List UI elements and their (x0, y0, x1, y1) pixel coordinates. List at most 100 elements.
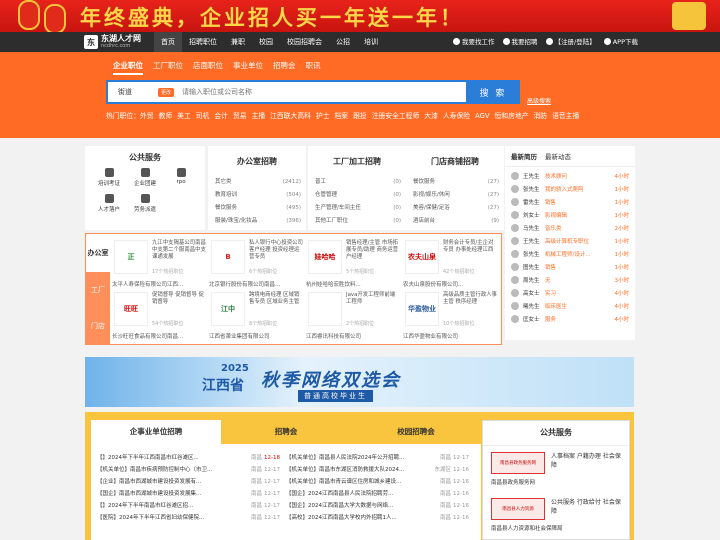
service-item[interactable]: 劳务派遣 (127, 194, 163, 220)
category-row[interactable]: 影视/娱乐/休闲 (27) (413, 189, 499, 202)
hot-job-link[interactable]: 恒和房地产 (495, 112, 529, 120)
recruit-row[interactable]: 【机关单位】南昌市东湖区消防救援大队2024... 东湖区 12-16 (286, 464, 469, 476)
recruit-row[interactable]: 【国企】2024江西南昌大学大数据与网络... 南昌 12-16 (286, 500, 469, 512)
category-row[interactable]: 服装/珠宝/化妆品 (396) (215, 215, 301, 228)
company-card[interactable]: 旺旺 促销督导 促销督导 促销督导 54个热招职位 长沙旺旺食品有限公司南昌... (112, 290, 209, 342)
nav-public[interactable]: 公招 (329, 32, 357, 52)
recruit-row[interactable]: 【国企】2024江西南昌县人民法院招聘劳... 南昌 12-16 (286, 488, 469, 500)
side-tab-store[interactable]: 门店 (86, 308, 110, 344)
resume-row[interactable]: 王先生 技术顾问 4小时 (505, 169, 635, 182)
company-card[interactable]: Java开发工程师前端工程师 2个热招职位 江西睿讯科技有限公司 (306, 290, 403, 342)
city-selector[interactable]: 街道 (108, 87, 158, 97)
recruit-row[interactable]: 【机关单位】南昌市青云谱区住房和城乡建设... 南昌 12-16 (286, 476, 469, 488)
tab-factory[interactable]: 工厂职位 (153, 60, 183, 75)
tab-job-fair[interactable]: 招聘会 (221, 420, 351, 444)
tab-enterprise[interactable]: 企业职位 (113, 60, 143, 75)
resume-row[interactable]: 张先生 机械工程师/设计... 1小时 (505, 247, 635, 260)
hot-job-link[interactable]: 主播 (252, 112, 266, 120)
side-tab-office[interactable]: 办公室 (86, 234, 110, 272)
nav-home[interactable]: 首页 (154, 32, 182, 52)
resume-row[interactable]: 王先生 高级计算机专职位 1小时 (505, 234, 635, 247)
recruit-row[interactable]: 【机关单位】南昌市疾病预防控制中心（市卫... 南昌 12-17 (97, 464, 280, 476)
search-input[interactable] (182, 88, 466, 96)
hot-job-link[interactable]: 会计 (214, 112, 228, 120)
recruit-row[interactable]: 【高校】2024江西南昌大学校内外招聘1人... 南昌 12-16 (286, 512, 469, 524)
company-card[interactable]: 正九江中支隔基公司南昌中支第二个服南昌中支课通发展 17个热招职位 太平人寿保险有限… (112, 238, 209, 290)
hot-job-link[interactable]: 美工 (177, 112, 191, 120)
service-item[interactable]: 培训考证 (91, 168, 127, 194)
hot-job-link[interactable]: 档案 (335, 112, 349, 120)
category-row[interactable]: 教育培训 (504) (215, 189, 301, 202)
hot-job-link[interactable]: 贸易 (233, 112, 247, 120)
recruit-row[interactable]: 【医院】2024年下半年江西省妇幼保健院... 南昌 12-17 (97, 512, 280, 524)
nav-jobs[interactable]: 招聘职位 (182, 32, 224, 52)
category-row[interactable]: 美容/保健/足浴 (27) (413, 202, 499, 215)
category-row[interactable]: 酒店前台 (9) (413, 215, 499, 228)
category-row[interactable]: 其他工厂职位 (0) (315, 215, 401, 228)
recruit-row[interactable]: 【】2024年下半年南昌市红谷滩区招... 南昌 12-17 (97, 500, 280, 512)
company-card[interactable]: 华盈物业 高级品质主管行政人事主管 秩序经理 10个热招职位 江西华盈物业有限公司 (403, 290, 500, 342)
hot-job-link[interactable]: AGV (475, 112, 489, 120)
find-job-link[interactable]: 我要找工作 (453, 32, 495, 52)
hot-job-link[interactable]: 消防 (534, 112, 548, 120)
company-card[interactable]: 娃哈哈 销售经理/主管 市场拓展专员/助理 商务运营户经理 5个热招职位 杭州娃哈哈宏… (306, 238, 403, 290)
hot-job-link[interactable]: 大漆 (424, 112, 438, 120)
company-card[interactable]: B 私人银行中心投资公司客户经理 投资经理运营专员 6个热招职位 北京银行股份有限公司… (209, 238, 306, 290)
tab-latest-news[interactable]: 最新动态 (545, 151, 571, 161)
resume-row[interactable]: 马先生 音乐类 2小时 (505, 221, 635, 234)
category-row[interactable]: 仓管管理 (0) (315, 189, 401, 202)
public-service-item[interactable]: 南昌县人力资源 公共服务 行政给付 社会保障 南昌县人力资源和社会保障局 (483, 492, 629, 538)
tab-news[interactable]: 职讯 (306, 60, 321, 75)
category-row[interactable]: 餐饮服务 (495) (215, 202, 301, 215)
tab-fair[interactable]: 招聘会 (273, 60, 296, 75)
hot-job-link[interactable]: 护士 (316, 112, 330, 120)
resume-row[interactable]: 匡女士 服务 4小时 (505, 312, 635, 325)
hot-job-link[interactable]: 外贸 (140, 112, 154, 120)
nav-parttime[interactable]: 兼职 (224, 32, 252, 52)
promo-banner[interactable]: 年终盛典，企业招人买一年送一年！ (0, 0, 720, 32)
resume-row[interactable]: 曦先生 临床医生 4小时 (505, 299, 635, 312)
nav-training[interactable]: 培训 (357, 32, 385, 52)
side-tab-factory[interactable]: 工厂 (86, 272, 110, 308)
company-card[interactable]: 江中 跨境电商经理 区域销售专员 区域业务主管 8个热招职位 江西省萧业集团有限公司 (209, 290, 306, 342)
tab-public-unit[interactable]: 事业单位 (233, 60, 263, 75)
category-row[interactable]: 其它类 (2412) (215, 176, 301, 189)
job-fair-banner[interactable]: 2025 江西省 秋季网络双选会 普通高校毕业生 (85, 357, 634, 407)
service-item[interactable]: 企业团建 (127, 168, 163, 194)
category-row[interactable]: 生产管理/车间主任 (0) (315, 202, 401, 215)
search-button[interactable]: 搜 索 (466, 80, 520, 104)
tab-enterprise-recruit[interactable]: 企事业单位招聘 (91, 420, 221, 444)
resume-row[interactable]: 周先生无 3小时 (505, 273, 635, 286)
hot-job-link[interactable]: 语音主播 (552, 112, 579, 120)
resume-row[interactable]: 图先生 销售 1小时 (505, 260, 635, 273)
hot-job-link[interactable]: 教师 (159, 112, 173, 120)
nav-campus[interactable]: 校园 (252, 32, 280, 52)
tab-store[interactable]: 店面职位 (193, 60, 223, 75)
hot-job-link[interactable]: 司机 (196, 112, 210, 120)
service-item[interactable]: rpo (163, 168, 199, 194)
recruit-row[interactable]: 【机关单位】南昌县人民法院2024年公开招聘... 南昌 12-17 (286, 452, 469, 464)
advanced-search-link[interactable]: 高级搜索 (527, 96, 551, 105)
login-link[interactable]: 【注册/登陆】 (545, 32, 596, 52)
public-service-item[interactable]: 南昌县政务服务网 人事档案 户籍办理 社会保障 南昌县政务服务网 (483, 446, 629, 492)
hot-job-link[interactable]: 跟投 (353, 112, 367, 120)
hire-link[interactable]: 我要招聘 (502, 32, 538, 52)
tab-campus-fair[interactable]: 校园招聘会 (351, 420, 481, 444)
resume-row[interactable]: 雷先生 销售 1小时 (505, 195, 635, 208)
tab-latest-resumes[interactable]: 最新简历 (511, 151, 537, 161)
resume-row[interactable]: 高女士 实习 4小时 (505, 286, 635, 299)
recruit-row[interactable]: 【国企】南昌市西湖城市建设投资发展集... 南昌 12-17 (97, 488, 280, 500)
category-row[interactable]: 普工 (0) (315, 176, 401, 189)
change-city-button[interactable]: 更改 (158, 87, 175, 97)
recruit-row[interactable]: 【企业】南昌市西湖城市建设投资发展有... 南昌 12-17 (97, 476, 280, 488)
hot-job-link[interactable]: 人寿保险 (443, 112, 470, 120)
app-download-link[interactable]: APP下载 (603, 32, 638, 52)
recruit-row[interactable]: 【】2024年下半年江西南昌市红谷滩区... 南昌 12-18 (97, 452, 280, 464)
category-row[interactable]: 餐饮服务 (27) (413, 176, 499, 189)
hot-job-link[interactable]: 注册安全工程师 (372, 112, 420, 120)
resume-row[interactable]: 刘女士 影视编辑 1小时 (505, 208, 635, 221)
hot-job-link[interactable]: 江西联大高科 (270, 112, 311, 120)
service-item[interactable]: 人才落户 (91, 194, 127, 220)
nav-campus-fair[interactable]: 校园招聘会 (280, 32, 329, 52)
resume-row[interactable]: 张先生 我的骄入式爬阿 1小时 (505, 182, 635, 195)
